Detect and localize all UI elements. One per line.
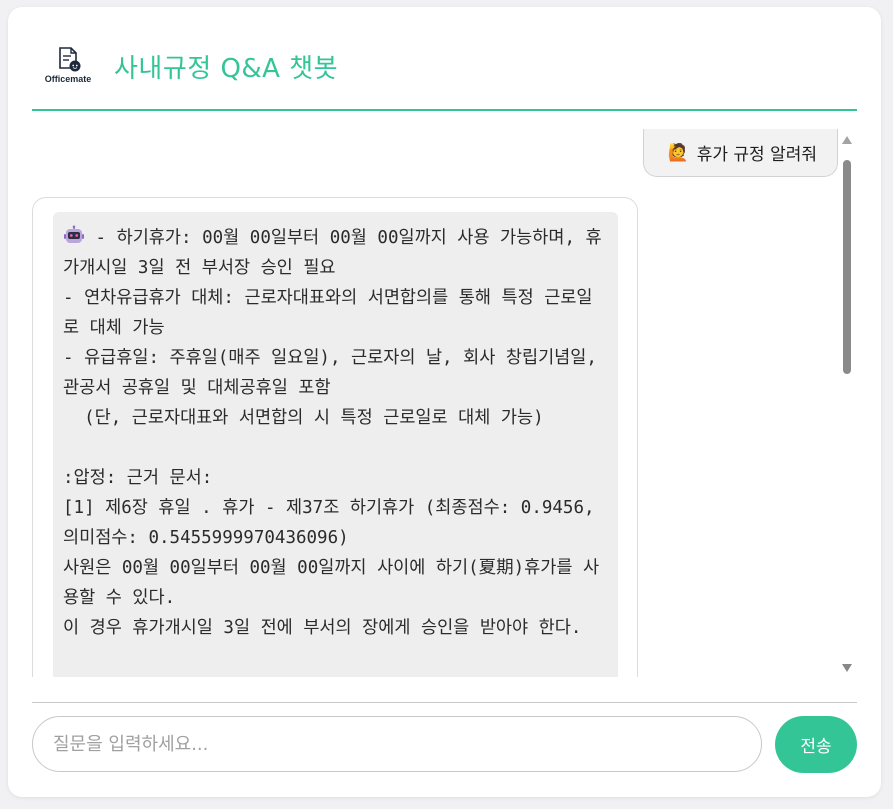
bot-message-content: - 하기휴가: 00월 00일부터 00월 00일까지 사용 가능하며, 휴가개… [53,212,618,643]
bot-message-text: - 하기휴가: 00월 00일부터 00월 00일까지 사용 가능하며, 휴가개… [63,228,602,638]
logo-text: Officemate [44,74,92,84]
bot-message-bubble: - 하기휴가: 00월 00일부터 00월 00일까지 사용 가능하며, 휴가개… [53,212,618,677]
page-title: 사내규정 Q&A 챗봇 [114,54,339,84]
scroll-up-arrow-icon[interactable] [842,136,852,144]
raising-hand-icon: 🙋 [667,142,689,163]
send-button[interactable]: 전송 [775,716,857,773]
chat-scrollbar[interactable] [840,134,854,674]
chat-messages: 🙋 휴가 규정 알려줘 - 하기휴가: 00월 00일부터 00월 00일까지 … [32,129,857,677]
question-input[interactable] [32,716,762,772]
officemate-logo: Officemate [40,45,96,85]
header: Officemate 사내규정 Q&A 챗봇 [32,7,857,111]
user-message-text: 휴가 규정 알려줘 [696,145,817,165]
document-chat-icon [59,47,81,72]
scroll-down-arrow-icon[interactable] [842,664,852,672]
robot-icon [63,225,85,247]
user-message: 🙋 휴가 규정 알려줘 [642,129,838,177]
input-divider [32,702,857,703]
bot-message: - 하기휴가: 00월 00일부터 00월 00일까지 사용 가능하며, 휴가개… [32,197,638,677]
scroll-thumb[interactable] [843,160,851,374]
chat-app: Officemate 사내규정 Q&A 챗봇 🙋 휴가 규정 알려줘 - 하기휴… [8,7,881,797]
